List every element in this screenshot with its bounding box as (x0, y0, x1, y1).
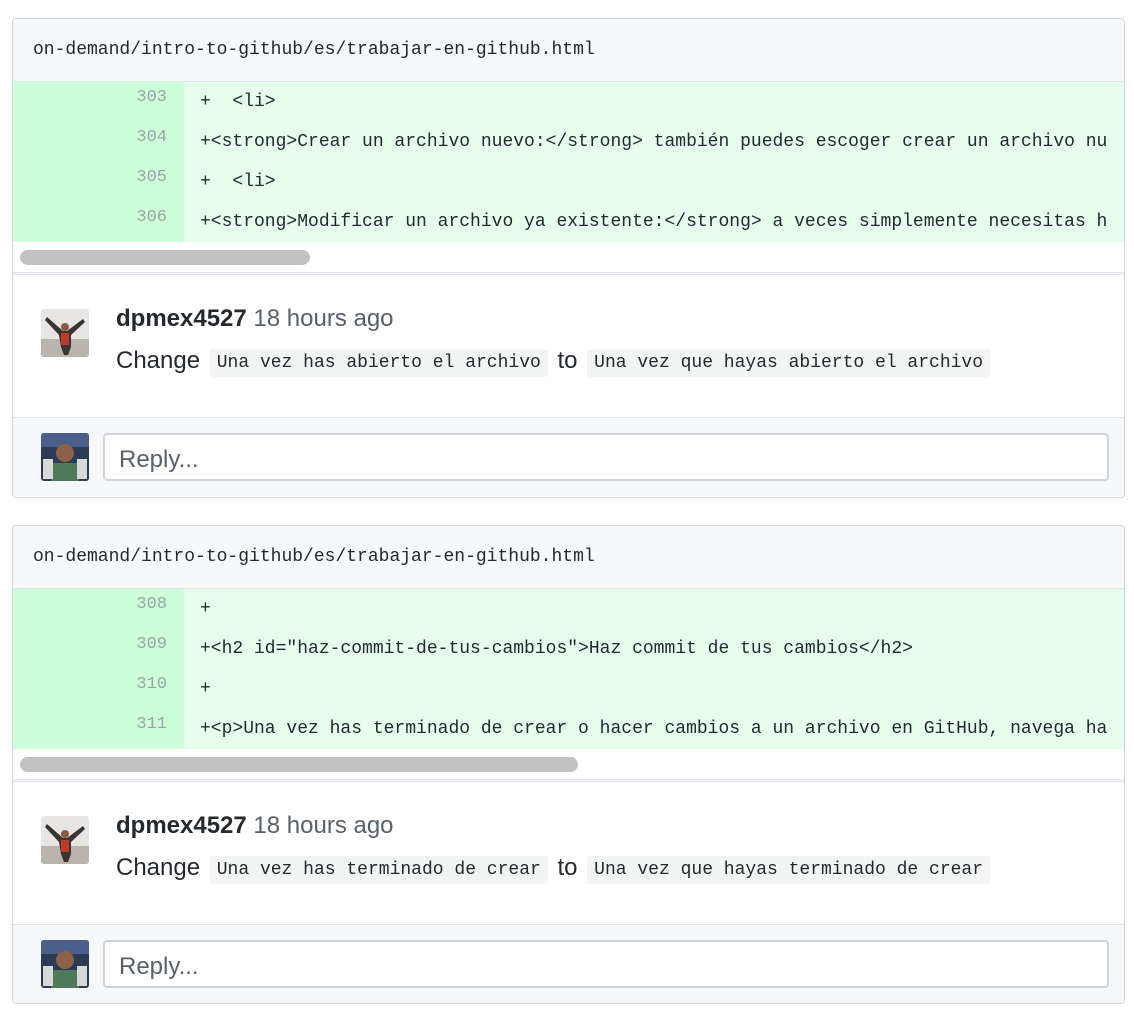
line-number[interactable]: 309 (13, 629, 184, 669)
diff-line: 303 + <li> (13, 82, 1124, 122)
comment-body: Change Una vez has terminado de crear to… (116, 854, 993, 884)
horizontal-scrollbar[interactable] (13, 242, 1124, 273)
diff-line: 308 + (13, 589, 1124, 629)
line-number[interactable]: 310 (13, 669, 184, 709)
review-thread-2: on-demand/intro-to-github/es/trabajar-en… (12, 525, 1125, 1004)
change-word: Change (116, 347, 201, 374)
user-avatar-icon[interactable] (41, 309, 89, 357)
diff-line: 306 +<strong>Modificar un archivo ya exi… (13, 202, 1124, 242)
line-code: + <li> (200, 92, 276, 112)
comment-header: dpmex4527 18 hours ago (116, 812, 394, 840)
comment-timestamp[interactable]: 18 hours ago (253, 305, 393, 332)
comment-timestamp[interactable]: 18 hours ago (253, 812, 393, 839)
current-user-avatar-icon (41, 433, 89, 481)
to-word: to (557, 854, 578, 881)
reply-bar: Reply... (13, 925, 1124, 1003)
inline-code-to: Una vez que hayas abierto el archivo (587, 349, 991, 377)
line-code: +<strong>Crear un archivo nuevo:</strong… (200, 132, 1108, 152)
comment-author[interactable]: dpmex4527 (116, 305, 247, 332)
diff-line: 305 + <li> (13, 162, 1124, 202)
line-number[interactable]: 304 (13, 122, 184, 162)
diff-line: 310 + (13, 669, 1124, 709)
current-user-avatar-icon (41, 940, 89, 988)
comment-author[interactable]: dpmex4527 (116, 812, 247, 839)
comment-header: dpmex4527 18 hours ago (116, 305, 394, 333)
diff-line: 311 +<p>Una vez has terminado de crear o… (13, 709, 1124, 749)
line-number[interactable]: 311 (13, 709, 184, 749)
review-comment: dpmex4527 18 hours ago Change Una vez ha… (13, 275, 1124, 418)
reply-input[interactable]: Reply... (103, 940, 1109, 988)
file-path[interactable]: on-demand/intro-to-github/es/trabajar-en… (33, 547, 595, 567)
review-thread-1: on-demand/intro-to-github/es/trabajar-en… (12, 18, 1125, 498)
line-code: +<p>Una vez has terminado de crear o hac… (200, 719, 1108, 739)
user-avatar-icon[interactable] (41, 816, 89, 864)
reply-bar: Reply... (13, 418, 1124, 496)
change-word: Change (116, 854, 201, 881)
review-comment: dpmex4527 18 hours ago Change Una vez ha… (13, 782, 1124, 925)
diff-hunk: 303 + <li> 304 +<strong>Crear un archivo… (13, 82, 1124, 273)
line-code: + <li> (200, 172, 276, 192)
file-path-header[interactable]: on-demand/intro-to-github/es/trabajar-en… (13, 19, 1124, 82)
horizontal-scrollbar[interactable] (13, 749, 1124, 780)
inline-code-to: Una vez que hayas terminado de crear (587, 856, 991, 884)
line-code: +<h2 id="haz-commit-de-tus-cambios">Haz … (200, 639, 913, 659)
line-code: + (200, 599, 211, 619)
diff-line: 304 +<strong>Crear un archivo nuevo:</st… (13, 122, 1124, 162)
inline-code-from: Una vez has abierto el archivo (209, 349, 548, 377)
diff-line: 309 +<h2 id="haz-commit-de-tus-cambios">… (13, 629, 1124, 669)
line-code: + (200, 679, 211, 699)
line-code: +<strong>Modificar un archivo ya existen… (200, 212, 1108, 232)
reply-input[interactable]: Reply... (103, 433, 1109, 481)
to-word: to (557, 347, 578, 374)
comment-body: Change Una vez has abierto el archivo to… (116, 347, 993, 377)
line-number[interactable]: 305 (13, 162, 184, 202)
file-path-header[interactable]: on-demand/intro-to-github/es/trabajar-en… (13, 526, 1124, 589)
scrollbar-thumb[interactable] (20, 250, 310, 265)
line-number[interactable]: 303 (13, 82, 184, 122)
line-number[interactable]: 306 (13, 202, 184, 242)
line-number[interactable]: 308 (13, 589, 184, 629)
diff-hunk: 308 + 309 +<h2 id="haz-commit-de-tus-cam… (13, 589, 1124, 780)
file-path[interactable]: on-demand/intro-to-github/es/trabajar-en… (33, 40, 595, 60)
scrollbar-thumb[interactable] (20, 757, 578, 772)
inline-code-from: Una vez has terminado de crear (209, 856, 548, 884)
